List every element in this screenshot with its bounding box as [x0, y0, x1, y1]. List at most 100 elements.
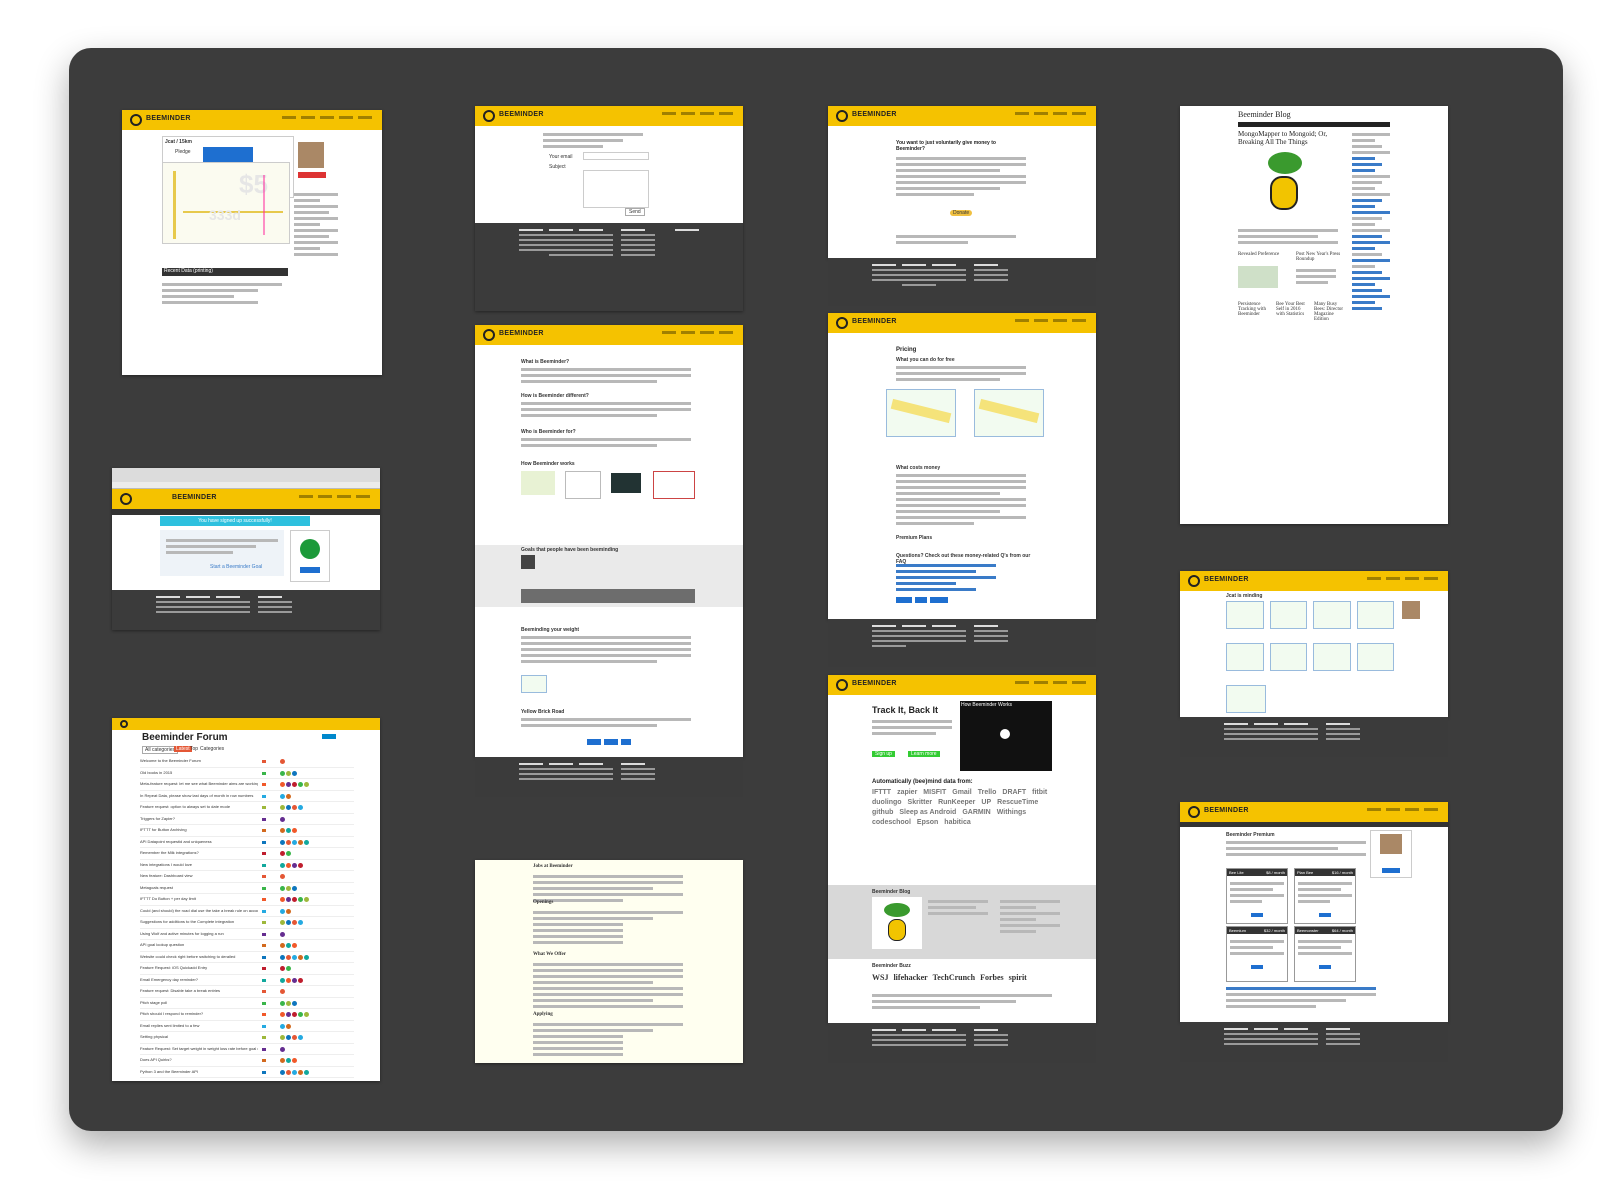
topic-title[interactable]: In Repeat Data, please show last days of… [140, 791, 258, 801]
send-button[interactable]: Send [625, 208, 645, 216]
cta-buttons[interactable] [587, 739, 639, 745]
topic-title[interactable]: Could (and should) the road dial use the… [140, 906, 258, 916]
topic-title[interactable]: Ideas from Bjornn Concepts [140, 1078, 258, 1081]
goal-widget-button[interactable] [300, 567, 320, 573]
page-forum[interactable]: Beeminder Forum All categories Latest To… [112, 718, 380, 1081]
table-row[interactable]: New feature: Dashboard view [140, 871, 354, 883]
page-blog[interactable]: Beeminder Blog MongoMapper to Mongoid; O… [1180, 106, 1448, 524]
page-about[interactable]: BEEMINDER What is Beeminder? How is Beem… [475, 325, 743, 757]
faq-links[interactable] [896, 561, 996, 594]
table-row[interactable]: Python 3 and the Beeminder API [140, 1067, 354, 1078]
post-press-roundup[interactable]: Post New Year's Press Roundup [1296, 252, 1342, 262]
table-row[interactable]: Feature request: Disable take a break en… [140, 986, 354, 998]
topic-title[interactable]: Feature Request: iOS Quickadd Entry [140, 963, 258, 973]
plan-button[interactable] [1319, 913, 1331, 917]
table-row[interactable]: In Repeat Data, please show last days of… [140, 791, 354, 802]
table-row[interactable]: Feature Request: Set target weight in we… [140, 1044, 354, 1055]
post-busy-bees[interactable]: Many Busy Bees: Director Magazine Editio… [1314, 302, 1344, 322]
topic-title[interactable]: Email Emergency day reminder? [140, 975, 258, 985]
table-row[interactable]: Using Wolf and active minutes for loggin… [140, 929, 354, 940]
table-row[interactable]: IFTTT for Button Archiving [140, 825, 354, 837]
table-row[interactable]: Email replies sent limited to a few [140, 1021, 354, 1032]
table-row[interactable]: IFTTT Do Button + per day limit [140, 894, 354, 906]
signup-button[interactable]: Sign up [872, 751, 895, 757]
page-voluntary-payment[interactable]: BEEMINDER You want to just voluntarily g… [828, 106, 1096, 258]
table-row[interactable]: Does API Quirks? [140, 1055, 354, 1067]
topic-title[interactable]: Meta-feature request: let me see what Be… [140, 779, 258, 789]
page-track-it[interactable]: BEEMINDER Track It, Back It Sign up Lear… [828, 675, 1096, 1023]
topic-title[interactable]: Python 3 and the Beeminder API [140, 1067, 258, 1077]
post-revealed-preference[interactable]: Revealed Preference [1238, 252, 1284, 257]
post-persistence[interactable]: Persistence Tracking with Beeminder [1238, 302, 1268, 317]
topic-title[interactable]: Feature request: Disable take a break en… [140, 986, 258, 996]
table-row[interactable]: Pitch should I respond to reminder? [140, 1009, 354, 1021]
page-premium[interactable]: BEEMINDER Beeminder Premium Bee Lite $8 /… [1180, 802, 1448, 1022]
start-goal-link[interactable]: Start a Beeminder Goal [210, 564, 262, 570]
category-filter[interactable]: All categories [142, 746, 179, 754]
topic-title[interactable]: Welcome to the Beeminder Forum [140, 756, 258, 766]
table-row[interactable]: Setting physical [140, 1032, 354, 1044]
topic-title[interactable]: API Datapoint requestid and uniqueness [140, 837, 258, 847]
profile-button[interactable] [1382, 868, 1400, 873]
page-jobs[interactable]: Jobs at Beeminder Openings What We Offer… [475, 860, 743, 1063]
plan-button[interactable] [1251, 913, 1263, 917]
table-row[interactable]: Feature Request: iOS Quickadd Entry [140, 963, 354, 975]
play-icon[interactable] [1000, 729, 1010, 739]
topic-title[interactable]: Using Wolf and active minutes for loggin… [140, 929, 258, 939]
topic-title[interactable]: Remember the Milk integrations? [140, 848, 258, 858]
topic-title[interactable]: API goal lookup question [140, 940, 258, 950]
topic-title[interactable]: Suggestions for additions to the Complet… [140, 917, 258, 927]
donate-button[interactable]: Donate [950, 210, 973, 216]
new-topic-button[interactable] [322, 734, 336, 739]
table-row[interactable]: New integrations I would love [140, 860, 354, 871]
topic-title[interactable]: New integrations I would love [140, 860, 258, 870]
tab-top[interactable]: Top [190, 746, 198, 752]
topic-title[interactable]: Does API Quirks? [140, 1055, 258, 1065]
tab-categories[interactable]: Categories [200, 746, 224, 752]
subject-label: Subject [549, 164, 566, 170]
topic-title[interactable]: Feature Request: Set target weight in we… [140, 1044, 258, 1054]
topic-title[interactable]: IFTTT for Button Archiving [140, 825, 258, 835]
post-best-self[interactable]: Bee Your Best Self in 2016 with Statisti… [1276, 302, 1306, 317]
message-field[interactable] [583, 170, 649, 208]
table-row[interactable]: Metagoals request [140, 883, 354, 894]
table-row[interactable]: Ideas from Bjornn Concepts [140, 1078, 354, 1081]
email-field[interactable] [583, 152, 649, 160]
topic-title[interactable]: Pitch should I respond to reminder? [140, 1009, 258, 1019]
topic-title[interactable]: Metagoals request [140, 883, 258, 893]
pricing-buttons[interactable] [896, 597, 960, 603]
plan-button[interactable] [1251, 965, 1263, 969]
table-row[interactable]: Remember the Milk integrations? [140, 848, 354, 860]
table-row[interactable]: API goal lookup question [140, 940, 354, 952]
table-row[interactable]: API Datapoint requestid and uniqueness [140, 837, 354, 848]
table-row[interactable]: Welcome to the Beeminder Forum [140, 756, 354, 768]
table-row[interactable]: Email Emergency day reminder? [140, 975, 354, 986]
topic-title[interactable]: Setting physical [140, 1032, 258, 1042]
page-pricing[interactable]: BEEMINDER Pricing What you can do for fr… [828, 313, 1096, 619]
goals-band: Goals that people have been beeminding [475, 545, 743, 607]
topic-title[interactable]: Website could check right before switchi… [140, 952, 258, 962]
table-row[interactable]: Suggestions for additions to the Complet… [140, 917, 354, 929]
table-row[interactable]: Could (and should) the road dial use the… [140, 906, 354, 917]
topic-title[interactable]: New feature: Dashboard view [140, 871, 258, 881]
page-contact[interactable]: BEEMINDER Your email Subject Send [475, 106, 743, 311]
table-row[interactable]: Website could check right before switchi… [140, 952, 354, 963]
topic-title[interactable]: Triggers for Zapier? [140, 814, 258, 824]
topic-title[interactable]: Feature request: option to always set to… [140, 802, 258, 812]
table-row[interactable]: Meta-feature request: let me see what Be… [140, 779, 354, 791]
topic-title[interactable]: Old books in 2015 [140, 768, 258, 778]
video-player[interactable]: How Beeminder Works [960, 701, 1052, 771]
page-dashboard[interactable]: BEEMINDER Jcat / 15km Pledge $5 333d Rec… [122, 110, 382, 375]
table-row[interactable]: Feature request: option to always set to… [140, 802, 354, 814]
plan-button[interactable] [1319, 965, 1331, 969]
table-row[interactable]: Pitch stage poll [140, 998, 354, 1009]
topic-title[interactable]: Email replies sent limited to a few [140, 1021, 258, 1031]
topic-title[interactable]: IFTTT Do Button + per day limit [140, 894, 258, 904]
page-signup-browser[interactable]: BEEMINDER You have signed up successfull… [112, 468, 380, 630]
table-row[interactable]: Triggers for Zapier? [140, 814, 354, 825]
page-user-gallery[interactable]: BEEMINDER Jcat is minding [1180, 571, 1448, 717]
tab-latest[interactable]: Latest [174, 746, 192, 752]
learn-more-button[interactable]: Learn more [908, 751, 940, 757]
table-row[interactable]: Old books in 2015 [140, 768, 354, 779]
topic-title[interactable]: Pitch stage poll [140, 998, 258, 1008]
